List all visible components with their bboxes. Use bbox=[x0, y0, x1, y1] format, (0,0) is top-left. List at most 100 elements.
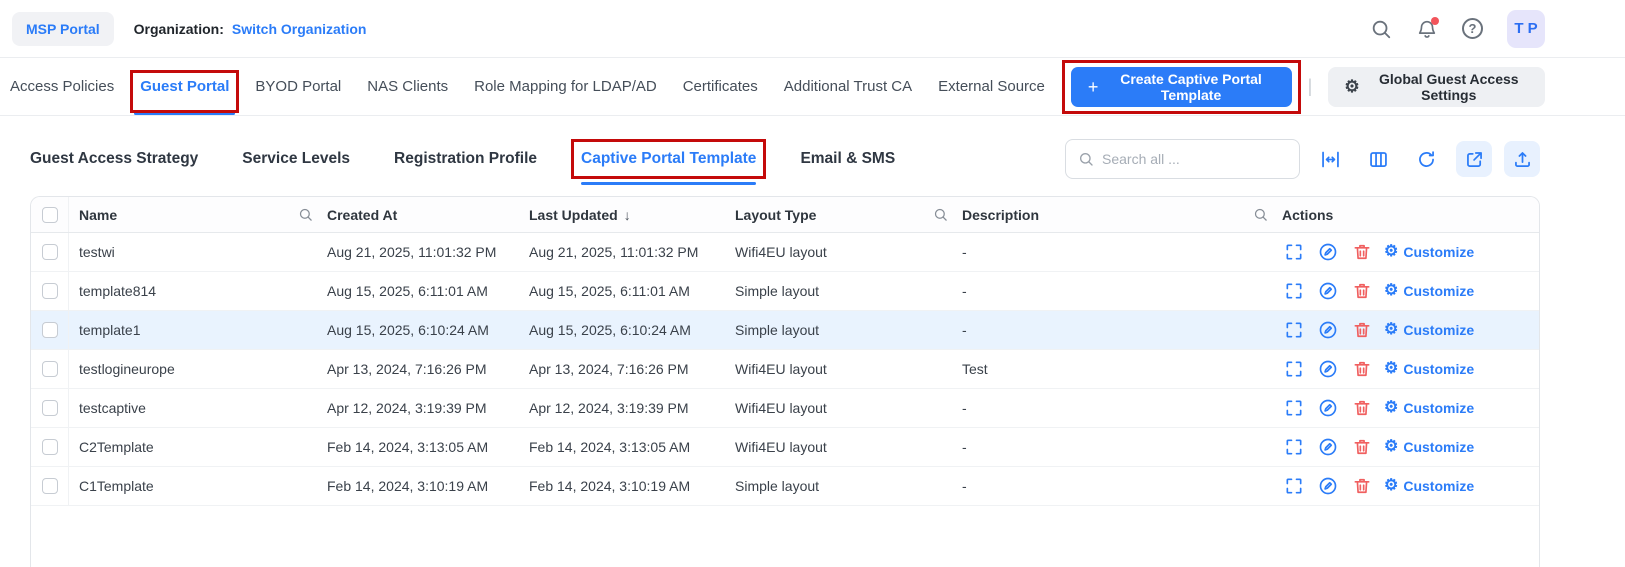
layout-type-column-search-icon[interactable] bbox=[933, 207, 948, 222]
notifications-bell-icon[interactable] bbox=[1416, 16, 1439, 40]
row-checkbox[interactable] bbox=[41, 439, 58, 455]
delete-icon[interactable] bbox=[1350, 435, 1374, 459]
delete-icon[interactable] bbox=[1350, 396, 1374, 420]
customize-button[interactable]: ⚙ Customize bbox=[1384, 439, 1474, 456]
edit-icon[interactable] bbox=[1316, 279, 1340, 303]
gear-icon: ⚙ bbox=[1384, 477, 1399, 494]
customize-button[interactable]: ⚙ Customize bbox=[1384, 399, 1474, 417]
tab-external-source[interactable]: External Source bbox=[938, 58, 1045, 115]
search-icon[interactable] bbox=[1370, 18, 1392, 40]
edit-icon[interactable] bbox=[1316, 435, 1340, 459]
delete-icon[interactable] bbox=[1350, 279, 1374, 303]
table-row[interactable]: testwi Aug 21, 2025, 11:01:32 PM Aug 21,… bbox=[31, 233, 1539, 272]
subtab-captive-portal-template[interactable]: Captive Portal Template bbox=[570, 139, 767, 185]
table-row[interactable]: C2Template Feb 14, 2024, 3:13:05 AM Feb … bbox=[31, 428, 1539, 467]
row-actions: ⚙ Customize bbox=[1282, 311, 1539, 349]
preview-icon[interactable] bbox=[1282, 357, 1306, 381]
description: - bbox=[962, 322, 967, 338]
tab-additional-trust-ca[interactable]: Additional Trust CA bbox=[784, 58, 912, 115]
delete-icon[interactable] bbox=[1350, 240, 1374, 264]
table-row[interactable]: C1Template Feb 14, 2024, 3:10:19 AM Feb … bbox=[31, 467, 1539, 506]
customize-button[interactable]: ⚙ Customize bbox=[1384, 283, 1474, 300]
select-all-checkbox[interactable] bbox=[41, 206, 58, 223]
subtab-email-sms[interactable]: Email & SMS bbox=[800, 150, 895, 168]
customize-label: Customize bbox=[1403, 322, 1475, 338]
row-actions: ⚙ Customize bbox=[1282, 272, 1539, 310]
help-icon[interactable]: ? bbox=[1462, 18, 1483, 39]
guest-portal-content: Guest Access Strategy Service Levels Reg… bbox=[0, 116, 1625, 567]
top-bar: MSP Portal Organization: Switch Organiza… bbox=[0, 0, 1625, 58]
avatar[interactable]: T P bbox=[1507, 9, 1545, 48]
created-at: Apr 13, 2024, 7:16:26 PM bbox=[327, 361, 487, 377]
tab-byod-portal[interactable]: BYOD Portal bbox=[255, 58, 341, 115]
msp-portal-button[interactable]: MSP Portal bbox=[12, 11, 114, 46]
tab-guest-portal[interactable]: Guest Portal bbox=[130, 58, 240, 115]
preview-icon[interactable] bbox=[1282, 240, 1306, 264]
row-actions: ⚙ Customize bbox=[1282, 233, 1539, 271]
table-row[interactable]: template1 Aug 15, 2025, 6:10:24 AM Aug 1… bbox=[31, 311, 1539, 350]
preview-icon[interactable] bbox=[1282, 396, 1306, 420]
created-at: Aug 15, 2025, 6:11:01 AM bbox=[327, 283, 488, 299]
upload-export-icon[interactable] bbox=[1504, 141, 1540, 177]
delete-icon[interactable] bbox=[1350, 318, 1374, 342]
tab-nas-clients[interactable]: NAS Clients bbox=[367, 58, 448, 115]
switch-organization-link[interactable]: Switch Organization bbox=[232, 21, 367, 37]
tab-certificates[interactable]: Certificates bbox=[683, 58, 758, 115]
row-actions: ⚙ Customize bbox=[1282, 350, 1539, 388]
delete-icon[interactable] bbox=[1350, 474, 1374, 498]
row-checkbox-cell bbox=[31, 467, 69, 505]
edit-icon[interactable] bbox=[1316, 240, 1340, 264]
description: - bbox=[962, 244, 967, 260]
row-checkbox[interactable] bbox=[41, 361, 58, 377]
search-all-input[interactable] bbox=[1102, 151, 1287, 167]
gear-icon: ⚙ bbox=[1384, 399, 1399, 416]
customize-button[interactable]: ⚙ Customize bbox=[1384, 322, 1475, 339]
last-updated: Feb 14, 2024, 3:10:19 AM bbox=[529, 478, 691, 494]
tab-role-mapping-ldap-ad[interactable]: Role Mapping for LDAP/AD bbox=[474, 58, 657, 115]
table-row[interactable]: testcaptive Apr 12, 2024, 3:19:39 PM Apr… bbox=[31, 389, 1539, 428]
global-guest-access-settings-button[interactable]: ⚙ Global Guest Access Settings bbox=[1328, 66, 1545, 107]
edit-icon[interactable] bbox=[1316, 474, 1340, 498]
row-checkbox[interactable] bbox=[41, 283, 58, 299]
row-checkbox[interactable] bbox=[41, 322, 58, 338]
row-checkbox[interactable] bbox=[41, 478, 58, 494]
subtab-guest-access-strategy[interactable]: Guest Access Strategy bbox=[30, 150, 198, 168]
preview-icon[interactable] bbox=[1282, 474, 1306, 498]
subtab-registration-profile[interactable]: Registration Profile bbox=[394, 150, 537, 168]
refresh-icon[interactable] bbox=[1408, 141, 1444, 177]
tab-access-policies[interactable]: Access Policies bbox=[10, 58, 114, 115]
create-captive-portal-template-button[interactable]: + Create Captive Portal Template bbox=[1061, 59, 1301, 114]
open-in-new-icon[interactable] bbox=[1456, 141, 1492, 177]
expand-collapse-icon[interactable] bbox=[1312, 141, 1348, 177]
delete-icon[interactable] bbox=[1350, 357, 1374, 381]
main-tab-bar: Access Policies Guest Portal BYOD Portal… bbox=[0, 58, 1625, 116]
table-row[interactable]: template814 Aug 15, 2025, 6:11:01 AM Aug… bbox=[31, 272, 1539, 311]
columns-icon[interactable] bbox=[1360, 141, 1396, 177]
gear-icon: ⚙ bbox=[1384, 360, 1399, 377]
preview-icon[interactable] bbox=[1282, 279, 1306, 303]
table-row[interactable]: testlogineurope Apr 13, 2024, 7:16:26 PM… bbox=[31, 350, 1539, 389]
customize-button[interactable]: ⚙ Customize bbox=[1384, 360, 1475, 378]
search-all-box bbox=[1065, 139, 1300, 179]
customize-label: Customize bbox=[1403, 361, 1475, 377]
row-checkbox[interactable] bbox=[41, 400, 58, 416]
edit-icon[interactable] bbox=[1316, 357, 1340, 381]
notification-dot bbox=[1431, 16, 1439, 25]
customize-button[interactable]: ⚙ Customize bbox=[1384, 244, 1474, 261]
preview-icon[interactable] bbox=[1282, 435, 1306, 459]
row-checkbox-cell bbox=[31, 350, 69, 388]
created-at: Feb 14, 2024, 3:13:05 AM bbox=[327, 439, 489, 455]
preview-icon[interactable] bbox=[1282, 318, 1306, 342]
sort-descending-icon[interactable]: ↓ bbox=[624, 207, 631, 223]
edit-icon[interactable] bbox=[1316, 318, 1340, 342]
edit-icon[interactable] bbox=[1316, 396, 1340, 420]
customize-button[interactable]: ⚙ Customize bbox=[1384, 477, 1474, 495]
name-column-search-icon[interactable] bbox=[298, 207, 313, 222]
description-column-search-icon[interactable] bbox=[1253, 207, 1268, 222]
subtab-service-levels[interactable]: Service Levels bbox=[242, 150, 350, 168]
create-button-label: Create Captive Portal Template bbox=[1120, 70, 1262, 103]
row-checkbox[interactable] bbox=[41, 244, 58, 260]
topbar-actions: ? T P bbox=[1370, 9, 1545, 48]
sub-tab-bar: Guest Access Strategy Service Levels Reg… bbox=[30, 138, 1540, 185]
layout-type: Wifi4EU layout bbox=[735, 361, 827, 377]
